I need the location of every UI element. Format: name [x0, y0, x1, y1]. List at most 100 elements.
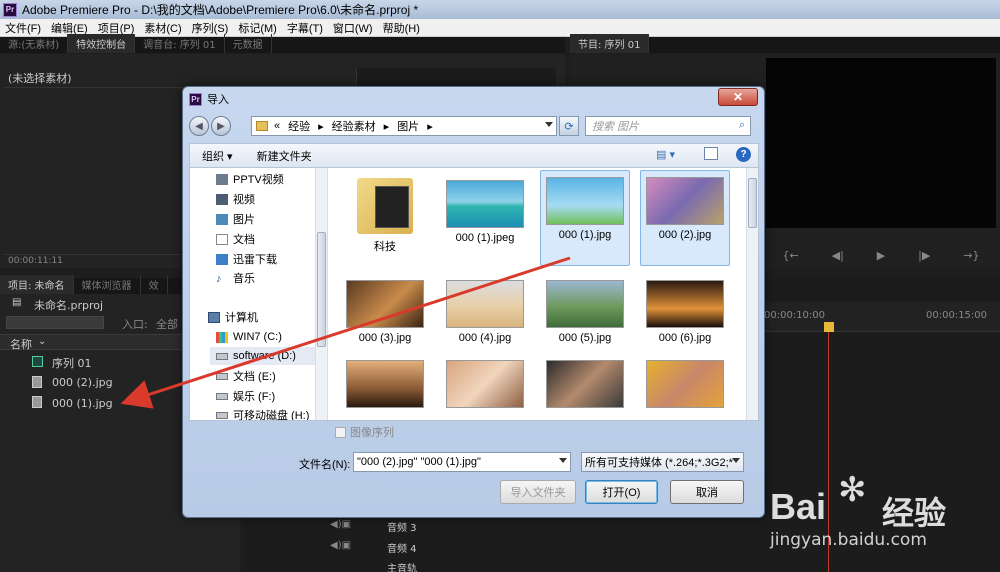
nav-scrollbar[interactable] [315, 168, 327, 420]
play-icon[interactable]: ▶ [877, 249, 885, 262]
chevron-right-icon[interactable]: ▸ [314, 120, 328, 133]
navigation-bar: ◀ ▶ « 经验 ▸ 经验素材 ▸ 图片 ▸ ⟳ 搜索 图片 ⌕ [189, 114, 759, 138]
tab-metadata[interactable]: 元数据 [225, 34, 272, 53]
no-clip-selected-label: (未选择素材) [8, 72, 72, 85]
file-item[interactable]: 000 (4).jpg [440, 274, 530, 348]
column-name[interactable]: 名称 [10, 336, 32, 352]
help-icon[interactable]: ? [736, 147, 751, 162]
nav-item-computer[interactable]: 计算机 [208, 308, 258, 326]
address-dropdown-icon[interactable] [545, 122, 553, 127]
breadcrumb-overflow[interactable]: « [270, 120, 284, 132]
window-title: Adobe Premiere Pro - D:\我的文档\Adobe\Premi… [22, 3, 419, 17]
project-item-sequence[interactable]: 序列 01 [52, 355, 92, 371]
file-item[interactable]: 000 (6).jpg [640, 274, 730, 348]
tab-project[interactable]: 项目: 未命名 [0, 275, 74, 294]
file-name: 000 (2).jpg [658, 229, 712, 241]
filename-input[interactable]: "000 (2).jpg" "000 (1).jpg" [353, 452, 571, 472]
file-item[interactable] [640, 354, 730, 420]
folder-icon [256, 121, 268, 131]
file-name: 000 (1).jpg [558, 229, 612, 241]
premiere-logo-icon: Pr [3, 2, 17, 17]
filename-label: 文件名(N): [299, 459, 351, 471]
breadcrumb-jingyan-sucai[interactable]: 经验素材 [328, 118, 380, 134]
organize-button[interactable]: 组织 ▾ [190, 148, 245, 164]
file-item-folder[interactable]: 科技 [340, 174, 430, 266]
nav-item-videos[interactable]: 视频 [216, 190, 255, 208]
breadcrumb-pictures[interactable]: 图片 [393, 118, 423, 134]
tab-effects[interactable]: 效 [141, 275, 168, 294]
file-item[interactable] [540, 354, 630, 420]
dialog-toolbar: 组织 ▾ 新建文件夹 ▤ ▾ ? [189, 143, 759, 167]
chevron-right-icon[interactable]: ▸ [380, 120, 394, 133]
tab-effect-controls[interactable]: 特效控制台 [68, 34, 136, 53]
image-thumbnail [646, 177, 724, 225]
file-item[interactable]: 000 (3).jpg [340, 274, 430, 348]
refresh-icon[interactable]: ⟳ [559, 116, 579, 136]
image-sequence-option[interactable]: 图像序列 [335, 424, 394, 440]
in-point-value[interactable]: 全部 [156, 316, 178, 332]
file-grid: 科技 000 (1).jpeg 000 (1).jpg 000 (2).jpg … [330, 168, 746, 420]
open-button[interactable]: 打开(O) [585, 480, 658, 504]
nav-item-music[interactable]: ♪ 音乐 [216, 269, 255, 287]
nav-item-pictures[interactable]: 图片 [216, 210, 255, 228]
breadcrumb-jingyan[interactable]: 经验 [284, 118, 314, 134]
tab-audio-mixer[interactable]: 调音台: 序列 01 [135, 34, 225, 53]
timecode-10s: 00:00:10:00 [764, 310, 826, 321]
nav-item-drive-e[interactable]: 文档 (E:) [216, 367, 276, 385]
menu-help[interactable]: 帮助(H) [378, 20, 425, 36]
speaker-icon[interactable]: ◀)▣ [330, 540, 351, 551]
file-scrollbar[interactable] [746, 168, 758, 420]
menu-title[interactable]: 字幕(T) [282, 20, 328, 36]
project-search-input[interactable] [6, 316, 104, 329]
next-frame-icon[interactable]: |▶ [918, 249, 930, 262]
chevron-right-icon[interactable]: ▸ [423, 120, 437, 133]
project-item-image-1[interactable]: 000 (1).jpg [52, 397, 113, 410]
image-thumbnail [446, 360, 524, 408]
speaker-icon[interactable]: ◀)▣ [330, 519, 351, 530]
nav-item-drive-h[interactable]: 可移动磁盘 (H:) [216, 406, 309, 420]
nav-item-pptv[interactable]: PPTV视频 [216, 170, 284, 188]
tab-media-browser[interactable]: 媒体浏览器 [74, 275, 141, 294]
cancel-button[interactable]: 取消 [670, 480, 744, 504]
file-item-selected[interactable]: 000 (1).jpg [540, 170, 630, 266]
tab-source[interactable]: 源:(无素材) [0, 34, 69, 53]
nav-item-xunlei[interactable]: 迅雷下载 [216, 250, 277, 268]
nav-item-documents[interactable]: 文档 [216, 230, 255, 248]
menu-window[interactable]: 窗口(W) [328, 20, 378, 36]
prev-frame-icon[interactable]: ◀| [832, 249, 844, 262]
search-input[interactable]: 搜索 图片 ⌕ [585, 116, 751, 136]
new-folder-button[interactable]: 新建文件夹 [245, 148, 324, 164]
nav-scroll-thumb[interactable] [317, 232, 326, 347]
nav-item-drive-f[interactable]: 娱乐 (F:) [216, 387, 275, 405]
image-sequence-checkbox[interactable] [335, 426, 346, 438]
nav-item-drive-d[interactable]: software (D:) [210, 347, 326, 365]
playhead-marker[interactable] [824, 322, 834, 332]
sort-chevron-icon[interactable]: ⌄ [38, 336, 46, 347]
file-item[interactable] [440, 354, 530, 420]
address-bar[interactable]: « 经验 ▸ 经验素材 ▸ 图片 ▸ [251, 116, 557, 136]
file-item[interactable]: 000 (1).jpeg [440, 174, 530, 266]
back-icon[interactable]: ◀ [189, 116, 209, 136]
premiere-logo-icon: Pr [189, 92, 202, 106]
forward-icon[interactable]: ▶ [211, 116, 231, 136]
image-thumbnail [546, 177, 624, 225]
file-type-filter[interactable]: 所有可支持媒体 (*.264;*.3G2;* [581, 452, 744, 472]
file-type-dropdown-icon[interactable] [732, 458, 740, 463]
search-icon[interactable]: ⌕ [739, 119, 745, 132]
step-forward-icon[interactable]: →} [963, 249, 979, 262]
download-folder-icon [216, 253, 228, 265]
nav-item-drive-c[interactable]: WIN7 (C:) [216, 328, 282, 346]
view-options-icon[interactable]: ▤ ▾ [656, 148, 675, 161]
close-button[interactable]: ✕ [718, 88, 758, 106]
removable-drive-icon [216, 411, 228, 419]
preview-pane-icon[interactable] [704, 147, 718, 160]
file-item[interactable]: 000 (5).jpg [540, 274, 630, 348]
step-back-icon[interactable]: {← [782, 249, 798, 262]
file-scroll-thumb[interactable] [748, 178, 757, 228]
tab-program[interactable]: 节目: 序列 01 [570, 34, 650, 53]
project-item-image-2[interactable]: 000 (2).jpg [52, 376, 113, 389]
filename-dropdown-icon[interactable] [559, 458, 567, 463]
import-folder-button[interactable]: 导入文件夹 [500, 480, 576, 504]
file-item[interactable] [340, 354, 430, 420]
file-item-selected[interactable]: 000 (2).jpg [640, 170, 730, 266]
